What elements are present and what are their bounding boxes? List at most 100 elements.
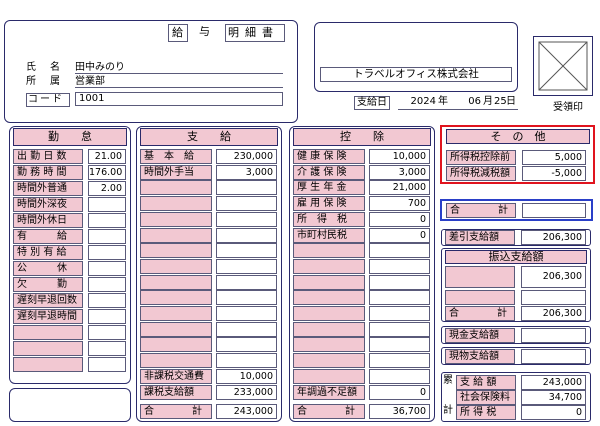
deductions-title: 控 除 (293, 128, 431, 146)
attendance-row-value (88, 309, 126, 324)
other-row-label: 所得税控除前 (446, 150, 516, 165)
deduction-row-label: 厚 生 年 金 (293, 180, 365, 195)
cumulative-side-top: 累 (443, 375, 453, 386)
attendance-row-value: 21.00 (88, 149, 126, 164)
transfer-total-label: 合 計 (445, 306, 515, 321)
deduction-row-label: 市町村民税 (293, 228, 365, 243)
attendance-row-value (88, 277, 126, 292)
deduction-row-label (293, 322, 365, 337)
attendance-row-value (88, 213, 126, 228)
payday-label: 支給日 (354, 96, 390, 110)
payment-row-label (140, 322, 212, 337)
title-rest: 明細書 (225, 24, 285, 42)
company-name: トラベルオフィス株式会社 (320, 67, 512, 82)
deduction-row-label (293, 259, 365, 274)
payment-row-label (140, 228, 212, 243)
payment-row-value (216, 290, 277, 305)
attendance-row-label (13, 341, 83, 356)
attendance-row-label: 特 別 有 給 (13, 245, 83, 260)
code-label: コード (26, 93, 70, 107)
payment-row-value (216, 196, 277, 211)
payment-row-value (216, 243, 277, 258)
payment-row-value: 10,000 (216, 369, 277, 384)
cash-label: 現金支給額 (445, 328, 515, 343)
pay-day-unit: 日 (506, 96, 516, 107)
other-title: そ の 他 (446, 129, 590, 144)
attendance-row-label (13, 325, 83, 340)
document-title: 給 与 明細書 (168, 24, 288, 44)
transfer-row-label (445, 266, 515, 288)
title-char: 与 (198, 24, 212, 42)
stamp-placeholder-icon (538, 41, 588, 91)
goods-label: 現物支給額 (445, 349, 515, 364)
cumulative-row-label: 社会保険料 (456, 390, 516, 405)
title-char: 細 (245, 26, 262, 39)
title-char: 給 (168, 24, 188, 42)
payment-row-label: 時間外手当 (140, 165, 212, 180)
transfer-title: 振込支給額 (445, 250, 587, 264)
payment-row-value (216, 353, 277, 368)
deduction-row-value (369, 259, 430, 274)
deduction-row-label (293, 275, 365, 290)
other-row-value: -5,000 (522, 166, 586, 181)
cumulative-row-value: 243,000 (521, 375, 586, 390)
payment-row-label (140, 353, 212, 368)
cumulative-row-value: 0 (521, 405, 586, 420)
deduction-row-value (369, 290, 430, 305)
deduction-row-value (369, 306, 430, 321)
title-char: 明 (228, 26, 245, 39)
attendance-row-label: 欠 勤 (13, 277, 83, 292)
attendance-row-value (88, 341, 126, 356)
attendance-row-value: 2.00 (88, 181, 126, 196)
deductions-total-label: 合 計 (293, 404, 365, 419)
deduction-row-value (369, 337, 430, 352)
transfer-row-label (445, 290, 515, 305)
deduction-row-label: 所 得 税 (293, 212, 365, 227)
pay-day: 25 (494, 96, 507, 107)
deductions-total-value: 36,700 (369, 404, 430, 419)
attendance-row-value (88, 325, 126, 340)
attendance-row-label: 公 休 (13, 261, 83, 276)
net-pay-label: 差引支給額 (445, 230, 515, 245)
other-row-label: 所得税減税額 (446, 166, 516, 181)
payday-field: 2024 年 06 月 25 日 (398, 96, 518, 110)
other-total-label: 合 計 (446, 203, 516, 218)
payment-row-label (140, 243, 212, 258)
deduction-row-label (293, 353, 365, 368)
name-field: 田中みのり (75, 62, 283, 74)
deduction-row-value (369, 369, 430, 384)
deduction-row-value: 0 (369, 385, 430, 400)
payment-row-label (140, 337, 212, 352)
payment-row-value (216, 228, 277, 243)
cash-value (521, 328, 586, 343)
cumulative-row-label: 支 給 額 (456, 375, 516, 390)
attendance-row-label: 遅刻早退回数 (13, 293, 83, 308)
deduction-row-value (369, 353, 430, 368)
name-label: 氏 名 (26, 62, 62, 73)
attendance-row-label: 出 勤 日 数 (13, 149, 83, 164)
deduction-row-label (293, 306, 365, 321)
payment-row-label (140, 275, 212, 290)
attendance-row-value (88, 245, 126, 260)
cumulative-row-label: 所 得 税 (456, 405, 516, 420)
attendance-row-label: 遅刻早退時間 (13, 309, 83, 324)
payment-row-value (216, 337, 277, 352)
attendance-row-label: 勤 務 時 間 (13, 165, 83, 180)
payment-row-label (140, 259, 212, 274)
department-label: 所 属 (26, 76, 62, 87)
payment-row-label: 非課税交通費 (140, 369, 212, 384)
attendance-row-value (88, 197, 126, 212)
attendance-row-value (88, 357, 126, 372)
deduction-row-value (369, 275, 430, 290)
payment-row-value (216, 180, 277, 195)
deduction-row-value: 10,000 (369, 149, 430, 164)
payment-row-label: 課税支給額 (140, 385, 212, 400)
payment-row-label (140, 306, 212, 321)
payment-row-label (140, 196, 212, 211)
payment-row-value (216, 306, 277, 321)
pay-year-unit: 年 (438, 96, 448, 107)
pay-year: 2024 (410, 96, 436, 107)
payment-row-value (216, 212, 277, 227)
payment-row-label (140, 290, 212, 305)
deduction-row-label: 雇 用 保 険 (293, 196, 365, 211)
